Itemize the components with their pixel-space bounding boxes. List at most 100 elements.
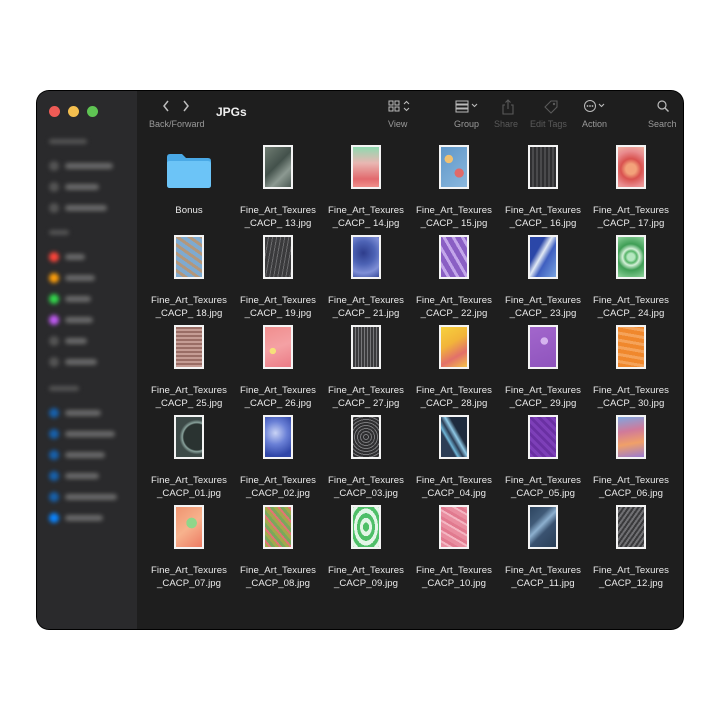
file-name: Fine_Art_Texures _CACP_ 30.jpg [593,385,669,409]
file-name: Bonus [175,205,203,216]
file-name: Fine_Art_Texures _CACP_ 15.jpg [416,205,492,229]
file-name: Fine_Art_Texures _CACP_ 22.jpg [416,295,492,319]
image-file[interactable]: Fine_Art_Texures _CACP_06.jpg [587,415,675,501]
image-file[interactable]: Fine_Art_Texures _CACP_ 18.jpg [145,235,233,321]
file-name: Fine_Art_Texures _CACP_07.jpg [151,565,227,589]
image-thumbnail [263,145,293,189]
chevron-left-icon[interactable] [161,99,171,113]
image-file[interactable]: Fine_Art_Texures _CACP_08.jpg [234,505,322,591]
image-file[interactable]: Fine_Art_Texures _CACP_04.jpg [410,415,498,501]
sidebar-item[interactable] [49,155,129,176]
sidebar-tag[interactable] [49,330,129,351]
action-label: Action [582,119,608,129]
file-name: Fine_Art_Texures _CACP_01.jpg [151,475,227,499]
sidebar-location[interactable] [49,423,129,444]
image-file[interactable]: Fine_Art_Texures _CACP_ 16.jpg [499,145,587,231]
folder-item-bonus[interactable]: Bonus [145,145,233,231]
edit-tags-label: Edit Tags [530,119,567,129]
grid-view-icon[interactable] [387,99,413,113]
file-name: Fine_Art_Texures _CACP_12.jpg [593,565,669,589]
file-name: Fine_Art_Texures _CACP_ 29.jpg [505,385,581,409]
tag-icon[interactable] [543,99,559,115]
image-file[interactable]: Fine_Art_Texures _CACP_07.jpg [145,505,233,591]
image-thumbnail [174,325,204,369]
file-name: Fine_Art_Texures _CACP_ 21.jpg [328,295,404,319]
image-file[interactable]: Fine_Art_Texures _CACP_ 23.jpg [499,235,587,321]
image-file[interactable]: Fine_Art_Texures _CACP_02.jpg [234,415,322,501]
close-button[interactable] [49,106,60,117]
image-file[interactable]: Fine_Art_Texures _CACP_ 14.jpg [322,145,410,231]
image-file[interactable]: Fine_Art_Texures _CACP_ 25.jpg [145,325,233,411]
image-thumbnail [174,505,204,549]
sidebar-tag[interactable] [49,309,129,330]
image-thumbnail [616,235,646,279]
sidebar-tag[interactable] [49,267,129,288]
image-file[interactable]: Fine_Art_Texures _CACP_ 30.jpg [587,325,675,411]
share-icon[interactable] [501,99,515,115]
image-file[interactable]: Fine_Art_Texures _CACP_09.jpg [322,505,410,591]
file-name: Fine_Art_Texures _CACP_05.jpg [505,475,581,499]
view-label: View [388,119,408,129]
image-file[interactable]: Fine_Art_Texures _CACP_11.jpg [499,505,587,591]
sidebar-location[interactable] [49,486,129,507]
image-thumbnail [351,145,381,189]
sidebar-tag[interactable] [49,246,129,267]
file-name: Fine_Art_Texures _CACP_11.jpg [505,565,581,589]
image-thumbnail [616,325,646,369]
search-label: Search [648,119,677,129]
file-name: Fine_Art_Texures _CACP_ 28.jpg [416,385,492,409]
image-file[interactable]: Fine_Art_Texures _CACP_ 27.jpg [322,325,410,411]
file-name: Fine_Art_Texures _CACP_06.jpg [593,475,669,499]
sidebar-location[interactable] [49,402,129,423]
image-file[interactable]: Fine_Art_Texures _CACP_03.jpg [322,415,410,501]
image-file[interactable]: Fine_Art_Texures _CACP_12.jpg [587,505,675,591]
file-name: Fine_Art_Texures _CACP_ 13.jpg [240,205,316,229]
image-file[interactable]: Fine_Art_Texures _CACP_ 21.jpg [322,235,410,321]
image-file[interactable]: Fine_Art_Texures _CACP_01.jpg [145,415,233,501]
image-thumbnail [263,235,293,279]
sidebar-item[interactable] [49,176,129,197]
image-thumbnail [174,415,204,459]
image-file[interactable]: Fine_Art_Texures _CACP_ 13.jpg [234,145,322,231]
image-thumbnail [528,145,558,189]
sidebar-tag[interactable] [49,288,129,309]
sidebar-item[interactable] [49,197,129,218]
image-file[interactable]: Fine_Art_Texures _CACP_ 28.jpg [410,325,498,411]
finder-window: Back/Forward JPGs View Group Share Edit … [37,91,683,629]
image-file[interactable]: Fine_Art_Texures _CACP_05.jpg [499,415,587,501]
image-thumbnail [616,415,646,459]
image-file[interactable]: Fine_Art_Texures _CACP_ 26.jpg [234,325,322,411]
sidebar-location[interactable] [49,465,129,486]
image-thumbnail [351,235,381,279]
image-file[interactable]: Fine_Art_Texures _CACP_ 17.jpg [587,145,675,231]
minimize-button[interactable] [68,106,79,117]
group-icon[interactable] [454,99,480,113]
file-name: Fine_Art_Texures _CACP_10.jpg [416,565,492,589]
chevron-right-icon[interactable] [181,99,191,113]
file-name: Fine_Art_Texures _CACP_ 17.jpg [593,205,669,229]
sidebar-tag[interactable] [49,351,129,372]
search-icon[interactable] [656,99,670,113]
image-thumbnail [439,415,469,459]
image-file[interactable]: Fine_Art_Texures _CACP_ 22.jpg [410,235,498,321]
image-thumbnail [263,325,293,369]
image-file[interactable]: Fine_Art_Texures _CACP_ 15.jpg [410,145,498,231]
file-name: Fine_Art_Texures _CACP_ 27.jpg [328,385,404,409]
image-thumbnail [439,325,469,369]
file-name: Fine_Art_Texures _CACP_ 23.jpg [505,295,581,319]
image-thumbnail [174,235,204,279]
window-title: JPGs [216,105,247,119]
image-thumbnail [616,505,646,549]
group-label: Group [454,119,480,129]
image-file[interactable]: Fine_Art_Texures _CACP_ 29.jpg [499,325,587,411]
file-name: Fine_Art_Texures _CACP_ 25.jpg [151,385,227,409]
back-forward-control [161,99,191,113]
action-ellipsis-icon[interactable] [583,99,609,113]
image-file[interactable]: Fine_Art_Texures _CACP_ 24.jpg [587,235,675,321]
zoom-button[interactable] [87,106,98,117]
image-thumbnail [439,145,469,189]
sidebar-location[interactable] [49,507,129,528]
image-file[interactable]: Fine_Art_Texures _CACP_10.jpg [410,505,498,591]
sidebar-location[interactable] [49,444,129,465]
image-file[interactable]: Fine_Art_Texures _CACP_ 19.jpg [234,235,322,321]
